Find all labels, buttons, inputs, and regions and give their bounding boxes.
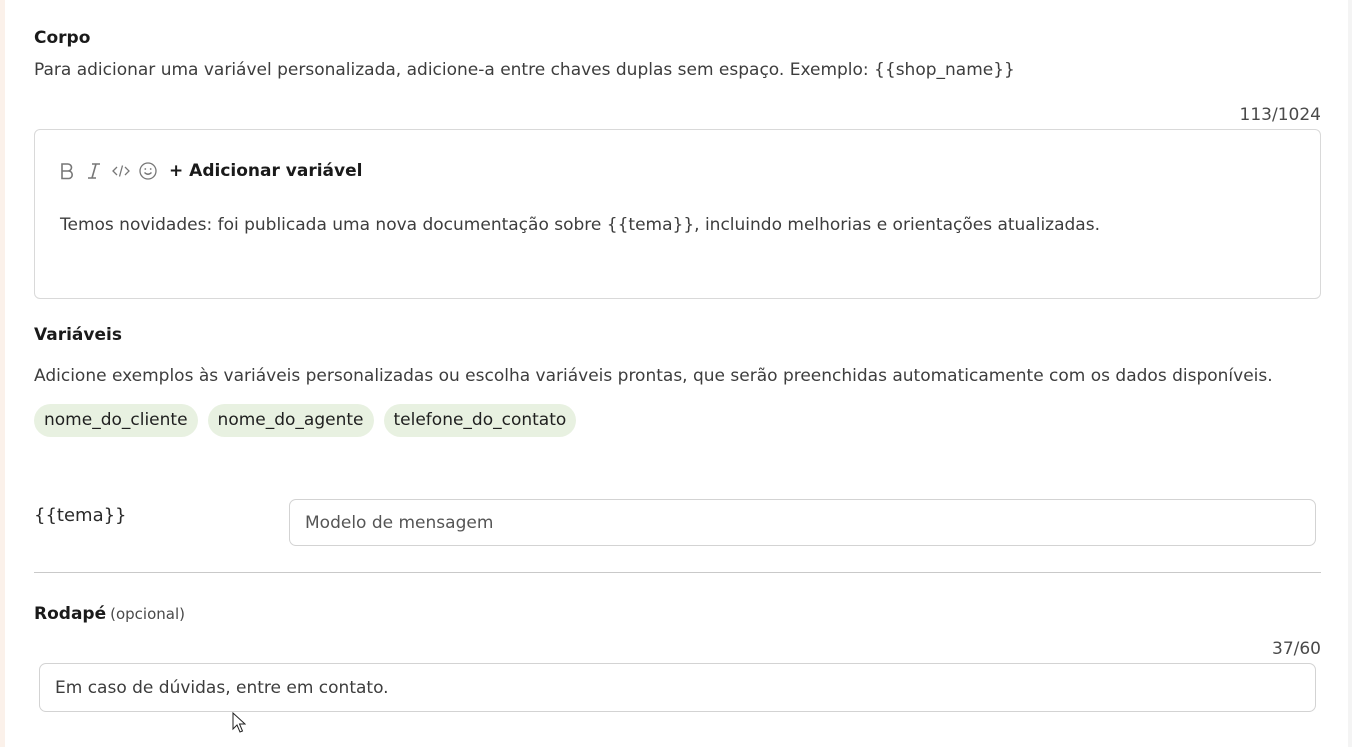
footer-section-title: Rodapé (opcional) [34,604,185,624]
footer-char-counter: 37/60 [1272,639,1321,659]
body-section-description: Para adicionar uma variável personalizad… [34,60,1015,80]
variable-chip-telefone-do-contato[interactable]: telefone_do_contato [383,404,577,437]
variable-name-label: {{tema}} [34,505,127,526]
body-editor[interactable]: + Adicionar variável Temos novidades: fo… [34,129,1321,299]
variables-section-title: Variáveis [34,325,122,345]
variables-section-description: Adicione exemplos às variáveis personali… [34,366,1273,386]
variable-chip-nome-do-cliente[interactable]: nome_do_cliente [34,404,198,437]
optional-label: (opcional) [110,605,185,623]
variable-example-input[interactable] [289,499,1316,546]
italic-icon[interactable] [82,159,106,183]
body-section-title: Corpo [34,28,91,48]
template-editor-page: Corpo Para adicionar uma variável person… [0,0,1352,747]
body-editor-text[interactable]: Temos novidades: foi publicada uma nova … [60,215,1100,235]
code-icon[interactable] [109,159,133,183]
section-divider [34,572,1321,573]
left-panel-edge [0,0,5,747]
mouse-pointer-icon [232,712,246,733]
body-char-counter: 113/1024 [1239,105,1321,125]
bold-icon[interactable] [55,159,79,183]
emoji-icon[interactable] [136,159,160,183]
scrollbar-track[interactable] [1348,0,1352,747]
variable-chip-nome-do-agente[interactable]: nome_do_agente [207,404,374,437]
add-variable-button[interactable]: + Adicionar variável [169,161,362,181]
footer-text-input[interactable] [39,663,1316,712]
editor-toolbar: + Adicionar variável [55,158,362,184]
footer-title-text: Rodapé [34,604,107,624]
ready-variables-list: nome_do_cliente nome_do_agente telefone_… [34,404,586,437]
